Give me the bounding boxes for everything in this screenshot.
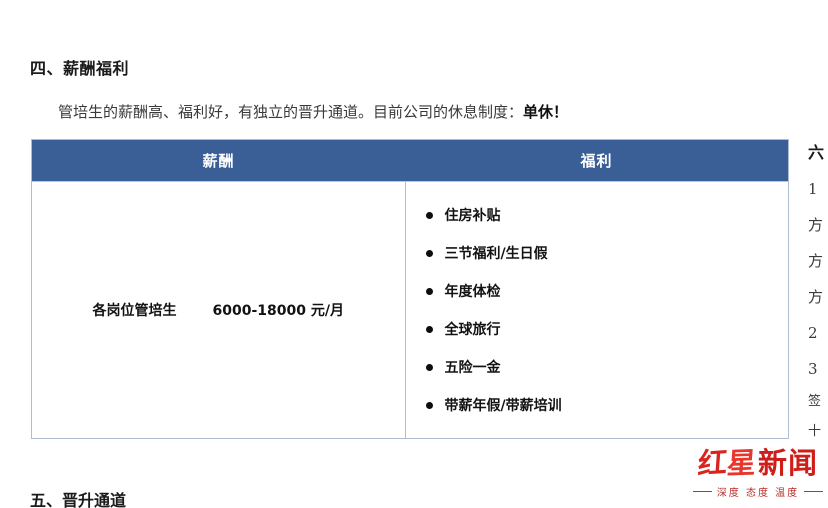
intro-emphasis: 单休！ bbox=[523, 103, 569, 121]
logo-brand-text: 红 星 新 闻 bbox=[693, 444, 823, 482]
list-item: 带薪年假/带薪培训 bbox=[406, 395, 789, 415]
right-column-line: 六 bbox=[808, 143, 825, 162]
intro-paragraph: 管培生的薪酬高、福利好，有独立的晋升通道。目前公司的休息制度：单休！ bbox=[58, 101, 568, 123]
benefit-label: 三节福利/生日假 bbox=[444, 246, 548, 262]
hongxing-news-logo: 红 星 新 闻 深度 态度 温度 bbox=[693, 444, 823, 502]
list-item: 五险一金 bbox=[406, 357, 789, 377]
benefit-label: 住房补贴 bbox=[444, 208, 501, 224]
logo-char: 星 bbox=[725, 444, 759, 481]
list-item: 三节福利/生日假 bbox=[406, 243, 789, 263]
salary-range: 6000-18000 元/月 bbox=[212, 303, 344, 319]
logo-rule-right bbox=[804, 491, 823, 492]
table-header-benefit: 福利 bbox=[580, 152, 613, 170]
table-header-row: 薪酬 福利 bbox=[32, 140, 788, 181]
benefit-label: 带薪年假/带薪培训 bbox=[444, 398, 562, 414]
right-column-line: 签 bbox=[808, 394, 822, 409]
salary-content: 各岗位管培生 6000-18000 元/月 bbox=[93, 300, 344, 320]
logo-rule-left bbox=[693, 491, 712, 492]
bottom-section-heading: 五、晋升通道 bbox=[30, 491, 127, 508]
right-column-line: 2 bbox=[808, 324, 818, 342]
logo-char: 新 bbox=[758, 445, 789, 480]
table-header-salary: 薪酬 bbox=[202, 152, 235, 170]
benefit-cell: 住房补贴 三节福利/生日假 年度体检 全球旅行 五险一金 带薪年假/带薪培训 bbox=[406, 182, 789, 438]
list-item: 全球旅行 bbox=[406, 319, 789, 339]
logo-tagline: 深度 态度 温度 bbox=[693, 484, 823, 499]
bullet-icon bbox=[425, 363, 433, 371]
right-column-line: 方 bbox=[808, 288, 824, 306]
benefit-label: 五险一金 bbox=[444, 360, 501, 376]
benefit-label: 全球旅行 bbox=[444, 322, 501, 338]
bullet-icon bbox=[425, 211, 433, 219]
salary-cell: 各岗位管培生 6000-18000 元/月 bbox=[32, 182, 406, 438]
bullet-icon bbox=[425, 401, 433, 409]
right-column-line: 十 bbox=[808, 424, 822, 439]
right-clipped-column: 六 1 方 方 方 2 3 签 十 bbox=[808, 135, 828, 447]
logo-char: 闻 bbox=[788, 445, 819, 480]
bullet-icon bbox=[425, 287, 433, 295]
salary-benefit-table: 薪酬 福利 各岗位管培生 6000-18000 元/月 住房补贴 三节福利/生日… bbox=[31, 139, 789, 439]
right-column-line: 1 bbox=[808, 180, 818, 198]
document-page: 四、薪酬福利 管培生的薪酬高、福利好，有独立的晋升通道。目前公司的休息制度：单休… bbox=[0, 0, 828, 508]
table-row: 各岗位管培生 6000-18000 元/月 住房补贴 三节福利/生日假 年度体检 bbox=[32, 181, 788, 438]
right-column-line: 3 bbox=[808, 360, 818, 378]
logo-tagline-text: 深度 态度 温度 bbox=[716, 488, 800, 499]
salary-position: 各岗位管培生 bbox=[92, 303, 177, 319]
intro-text: 管培生的薪酬高、福利好，有独立的晋升通道。目前公司的休息制度： bbox=[58, 103, 524, 121]
benefit-label: 年度体检 bbox=[444, 284, 501, 300]
right-column-line: 方 bbox=[808, 216, 824, 234]
right-column-line: 方 bbox=[808, 252, 824, 270]
bullet-icon bbox=[425, 325, 433, 333]
list-item: 年度体检 bbox=[406, 281, 789, 301]
section-heading: 四、薪酬福利 bbox=[30, 59, 130, 78]
logo-char: 红 bbox=[696, 444, 730, 481]
list-item: 住房补贴 bbox=[406, 205, 789, 225]
bullet-icon bbox=[425, 249, 433, 257]
